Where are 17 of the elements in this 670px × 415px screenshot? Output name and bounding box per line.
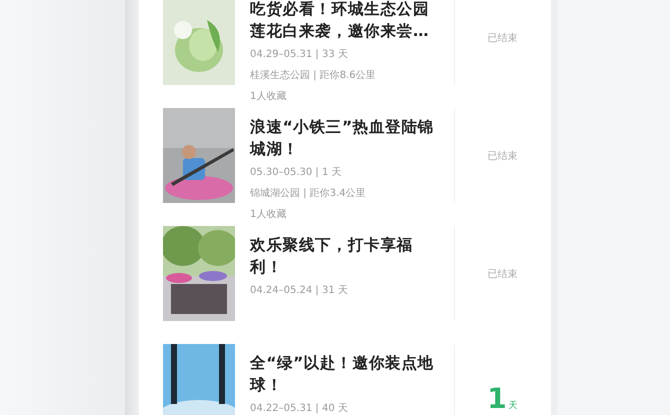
event-location: 锦城湖公园 | 距你3.4公里 [250, 186, 367, 200]
countdown-unit: 天 [508, 400, 518, 412]
event-location: 桂溪生态公园 | 距你8.6公里 [250, 68, 377, 82]
event-title[interactable]: 吃货必看！环城生态公园莲花白来袭，邀你来尝… [250, 0, 442, 42]
status-label: 已结束 [488, 150, 518, 162]
event-title[interactable]: 欢乐聚线下，打卡享福利！ [250, 234, 442, 278]
countdown-number: 1 [487, 384, 507, 412]
event-title[interactable]: 浪速“小铁三”热血登陆锦城湖！ [250, 116, 442, 160]
favorite-count: 1人收藏 [250, 90, 288, 103]
event-dates: 04.24–05.24 | 31 天 [250, 284, 349, 297]
event-dates: 04.22–05.31 | 40 天 [250, 402, 349, 415]
event-dates: 05.30–05.30 | 1 天 [250, 166, 343, 179]
status-label: 已结束 [488, 32, 518, 44]
favorite-count: 1人收藏 [250, 208, 288, 221]
event-title[interactable]: 全“绿”以赴！邀你装点地球！ [250, 352, 442, 396]
status-label: 已结束 [488, 268, 518, 280]
event-dates: 04.29–05.31 | 33 天 [250, 48, 349, 61]
